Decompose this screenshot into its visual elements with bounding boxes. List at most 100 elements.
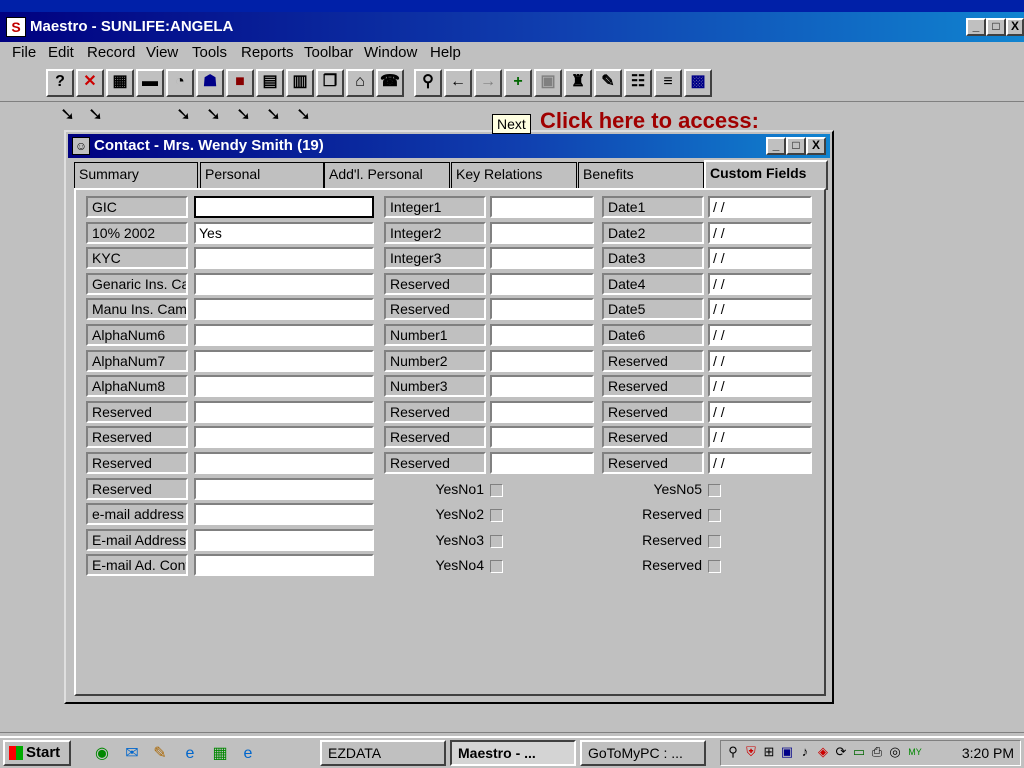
- custom-text-field-input[interactable]: [194, 272, 374, 295]
- menu-record[interactable]: Record: [87, 44, 135, 61]
- tray-sync-icon[interactable]: ⟳: [833, 744, 849, 760]
- menu-toolbar[interactable]: Toolbar: [304, 44, 353, 61]
- yesno-right-checkbox[interactable]: [708, 483, 721, 497]
- custom-number-field-input[interactable]: [490, 221, 594, 244]
- edit-icon[interactable]: ✎: [594, 69, 622, 97]
- book-icon[interactable]: ■: [226, 69, 254, 97]
- custom-number-field-input[interactable]: [490, 452, 594, 474]
- custom-text-field-input[interactable]: Yes: [194, 221, 374, 244]
- tab-benefits[interactable]: Benefits: [578, 162, 704, 188]
- tray-mypc-icon[interactable]: MY: [907, 744, 923, 760]
- custom-date-field-input[interactable]: / /: [708, 272, 812, 295]
- custom-number-field-input[interactable]: [490, 196, 594, 218]
- close-button[interactable]: X: [1006, 18, 1024, 36]
- help-icon[interactable]: ?: [46, 69, 74, 97]
- menu-reports[interactable]: Reports: [241, 44, 294, 61]
- tab-personal[interactable]: Personal: [200, 162, 324, 188]
- gauge-icon[interactable]: ◔: [166, 69, 194, 97]
- calculator-icon[interactable]: ▦: [106, 69, 134, 97]
- custom-number-field-input[interactable]: [490, 400, 594, 423]
- custom-date-field-input[interactable]: / /: [708, 375, 812, 398]
- copy-icon[interactable]: ❐: [316, 69, 344, 97]
- contact-close-button[interactable]: X: [806, 137, 826, 155]
- start-button[interactable]: Start: [3, 740, 71, 766]
- tab-addl-personal[interactable]: Add'l. Personal: [324, 162, 450, 188]
- tray-search-icon[interactable]: ⚲: [725, 744, 741, 760]
- contact-minimize-button[interactable]: _: [766, 137, 786, 155]
- task-gotomypc[interactable]: GoToMyPC : ...: [580, 740, 706, 766]
- folder-icon[interactable]: ⌂: [346, 69, 374, 97]
- tray-disk-icon[interactable]: ◎: [887, 744, 903, 760]
- custom-text-field-input[interactable]: [194, 298, 374, 321]
- menu-tools[interactable]: Tools: [192, 44, 227, 61]
- report-icon[interactable]: ▥: [286, 69, 314, 97]
- search-icon[interactable]: ⚲: [414, 69, 442, 97]
- yesno-checkbox[interactable]: [490, 534, 503, 548]
- custom-text-field-input[interactable]: [194, 375, 374, 398]
- contacts-icon[interactable]: ☗: [196, 69, 224, 97]
- custom-text-field-input[interactable]: [194, 349, 374, 372]
- yesno-right-checkbox[interactable]: [708, 560, 721, 574]
- quicklaunch-outlook-icon[interactable]: ✉: [122, 744, 142, 764]
- maximize-button[interactable]: □: [986, 18, 1006, 36]
- yesno-checkbox[interactable]: [490, 509, 503, 523]
- yesno-right-checkbox[interactable]: [708, 509, 721, 523]
- quicklaunch-ie2-icon[interactable]: e: [238, 744, 258, 764]
- phone-icon[interactable]: ☎: [376, 69, 404, 97]
- custom-number-field-input[interactable]: [490, 298, 594, 321]
- tray-antivirus-icon[interactable]: ◈: [815, 744, 831, 760]
- maestro-app-icon[interactable]: S: [6, 17, 26, 37]
- quicklaunch-calc-icon[interactable]: ▦: [210, 744, 230, 764]
- quicklaunch-ie-icon[interactable]: e: [180, 744, 200, 764]
- quicklaunch-notepad-icon[interactable]: ✎: [150, 744, 170, 764]
- list-icon[interactable]: ▤: [256, 69, 284, 97]
- custom-text-field-input[interactable]: [194, 503, 374, 526]
- tab-key-relations[interactable]: Key Relations: [451, 162, 577, 188]
- menu-window[interactable]: Window: [364, 44, 417, 61]
- quicklaunch-desktop-icon[interactable]: ◉: [92, 744, 112, 764]
- add-icon[interactable]: +: [504, 69, 532, 97]
- custom-date-field-input[interactable]: / /: [708, 324, 812, 346]
- cancel-icon[interactable]: ✕: [76, 69, 104, 97]
- contact-window-icon[interactable]: ☺: [72, 137, 90, 155]
- notes-icon[interactable]: ≡: [654, 69, 682, 97]
- save-icon[interactable]: ▣: [534, 69, 562, 97]
- custom-date-field-input[interactable]: / /: [708, 247, 812, 270]
- custom-text-field-input[interactable]: [194, 426, 374, 449]
- custom-date-field-input[interactable]: / /: [708, 298, 812, 321]
- custom-date-field-input[interactable]: / /: [708, 196, 812, 218]
- minimize-button[interactable]: _: [966, 18, 986, 36]
- custom-date-field-input[interactable]: / /: [708, 349, 812, 372]
- contact-titlebar[interactable]: ☺ Contact - Mrs. Wendy Smith (19) _ □ X: [68, 134, 830, 158]
- task-ezdata[interactable]: EZDATA: [320, 740, 446, 766]
- custom-number-field-input[interactable]: [490, 375, 594, 398]
- custom-number-field-input[interactable]: [490, 324, 594, 346]
- task-maestro[interactable]: Maestro - ...: [450, 740, 576, 766]
- contact-maximize-button[interactable]: □: [786, 137, 806, 155]
- minus-icon[interactable]: ▬: [136, 69, 164, 97]
- delete-icon[interactable]: ♜: [564, 69, 592, 97]
- custom-text-field-input[interactable]: [194, 400, 374, 423]
- custom-text-field-input[interactable]: [194, 452, 374, 474]
- yesno-checkbox[interactable]: [490, 560, 503, 574]
- custom-date-field-input[interactable]: / /: [708, 426, 812, 449]
- grid-icon[interactable]: ▩: [684, 69, 712, 97]
- custom-date-field-input[interactable]: / /: [708, 452, 812, 474]
- tray-shield-icon[interactable]: ⛨: [743, 744, 759, 760]
- custom-text-field-input[interactable]: [194, 247, 374, 270]
- table-icon[interactable]: ☷: [624, 69, 652, 97]
- tab-summary[interactable]: Summary: [74, 162, 198, 188]
- tray-monitor-icon[interactable]: ▭: [851, 744, 867, 760]
- tray-app-icon[interactable]: ▣: [779, 744, 795, 760]
- custom-number-field-input[interactable]: [490, 426, 594, 449]
- tab-custom-fields[interactable]: Custom Fields: [704, 160, 828, 190]
- tray-network-icon[interactable]: ⊞: [761, 744, 777, 760]
- custom-number-field-input[interactable]: [490, 272, 594, 295]
- menu-view[interactable]: View: [146, 44, 178, 61]
- custom-text-field-input[interactable]: [194, 528, 374, 551]
- menu-file[interactable]: File: [12, 44, 36, 61]
- forward-arrow-icon[interactable]: →: [474, 69, 502, 97]
- main-window-titlebar[interactable]: S Maestro - SUNLIFE:ANGELA _ □ X: [0, 12, 1024, 42]
- custom-text-field-input[interactable]: [194, 324, 374, 346]
- menu-edit[interactable]: Edit: [48, 44, 74, 61]
